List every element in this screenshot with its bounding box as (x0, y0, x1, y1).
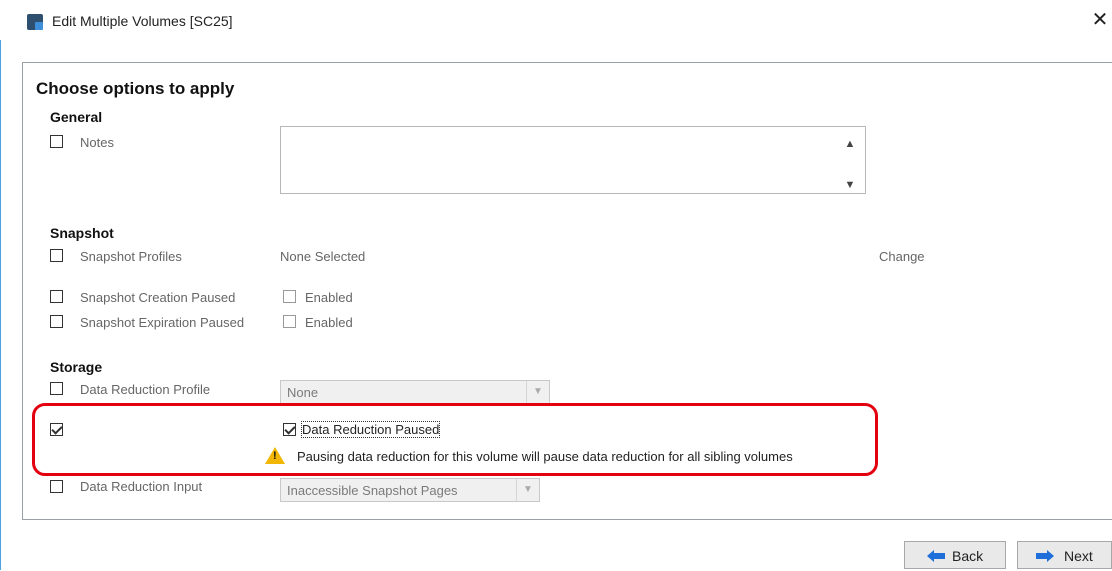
warning-icon-mark: ! (273, 450, 277, 462)
snapshot-expiration-paused-label: Snapshot Expiration Paused (80, 315, 245, 330)
data-reduction-profile-checkbox[interactable] (50, 382, 63, 395)
notes-label: Notes (80, 135, 114, 150)
snapshot-creation-enabled-checkbox[interactable] (283, 290, 296, 303)
arrow-left-icon (927, 550, 945, 562)
data-reduction-paused-row-checkbox[interactable] (50, 423, 63, 436)
page-title: Choose options to apply (36, 79, 235, 98)
scroll-up-icon[interactable]: ▲ (843, 137, 857, 151)
snapshot-creation-enabled-label: Enabled (305, 290, 353, 305)
notes-textarea[interactable] (280, 126, 866, 194)
data-reduction-input-select[interactable]: Inaccessible Snapshot Pages ▼ (280, 478, 540, 502)
data-reduction-profile-select[interactable]: None ▼ (280, 380, 550, 404)
next-button-label: Next (1064, 548, 1093, 564)
arrow-right-icon (1036, 550, 1054, 562)
app-icon (27, 14, 43, 30)
scroll-down-icon[interactable]: ▼ (843, 178, 857, 192)
snapshot-profiles-checkbox[interactable] (50, 249, 63, 262)
data-reduction-input-value: Inaccessible Snapshot Pages (287, 483, 458, 498)
chevron-down-icon: ▼ (516, 479, 539, 501)
close-icon[interactable]: ✕ (1088, 7, 1112, 33)
snapshot-expiration-enabled-checkbox[interactable] (283, 315, 296, 328)
data-reduction-paused-label[interactable]: Data Reduction Paused (300, 421, 441, 438)
change-link[interactable]: Change (879, 249, 925, 264)
snapshot-creation-paused-label: Snapshot Creation Paused (80, 290, 236, 305)
back-button[interactable]: Back (904, 541, 1006, 569)
title-bar: Edit Multiple Volumes [SC25] ✕ (0, 0, 1112, 40)
snapshot-expiration-enabled-label: Enabled (305, 315, 353, 330)
snapshot-profiles-label: Snapshot Profiles (80, 249, 182, 264)
snapshot-creation-paused-checkbox[interactable] (50, 290, 63, 303)
data-reduction-input-checkbox[interactable] (50, 480, 63, 493)
data-reduction-profile-label: Data Reduction Profile (80, 382, 211, 397)
notes-checkbox[interactable] (50, 135, 63, 148)
snapshot-expiration-paused-checkbox[interactable] (50, 315, 63, 328)
next-button[interactable]: Next (1017, 541, 1112, 569)
window-title: Edit Multiple Volumes [SC25] (52, 13, 233, 29)
warning-message: Pausing data reduction for this volume w… (297, 449, 793, 464)
snapshot-profiles-value: None Selected (280, 249, 366, 264)
back-button-label: Back (952, 548, 984, 564)
section-storage-heading: Storage (50, 359, 103, 375)
data-reduction-input-label: Data Reduction Input (80, 479, 203, 494)
chevron-down-icon: ▼ (526, 381, 549, 403)
section-snapshot-heading: Snapshot (50, 225, 114, 241)
data-reduction-profile-value: None (287, 385, 319, 400)
section-general-heading: General (50, 109, 103, 125)
data-reduction-paused-checkbox[interactable] (283, 423, 296, 436)
